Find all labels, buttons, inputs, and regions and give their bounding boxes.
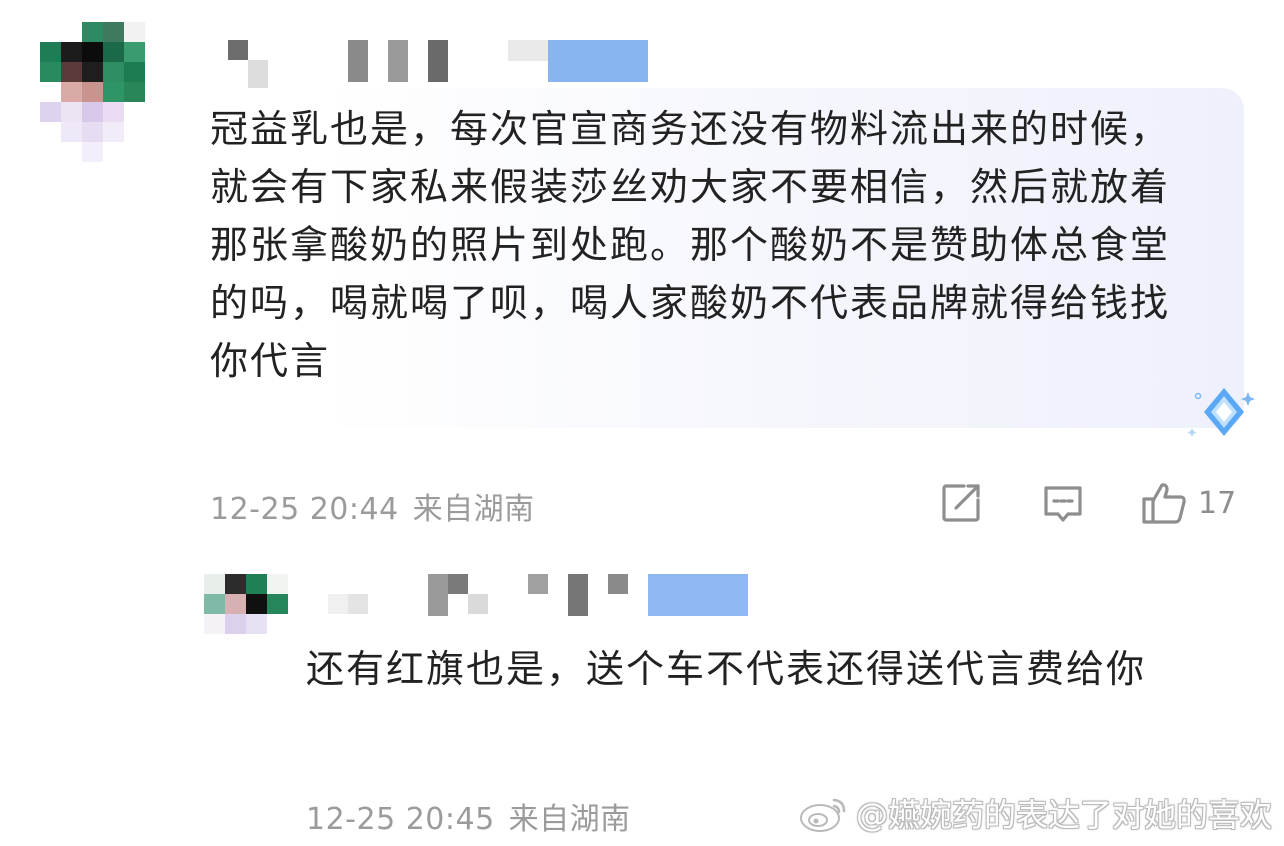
name-pixel [228,40,248,60]
reply-text: 还有红旗也是，送个车不代表还得送代言费给你 [306,647,1147,691]
name-pixel [428,40,448,82]
avatar-pixel [124,42,145,62]
avatar-pixel [124,62,145,82]
commenter-name[interactable] [228,40,648,102]
avatar-pixel [204,574,225,594]
name-pixel [428,574,448,616]
avatar-pixel [145,22,166,42]
name-pixel [608,574,628,594]
avatar-pixel [204,594,225,614]
replier-name[interactable] [328,574,748,616]
avatar-pixel [61,62,82,82]
avatar-pixel [145,82,166,102]
avatar-pixel [225,614,246,634]
avatar-pixel [40,142,61,162]
diamond-badge-icon [1187,388,1255,437]
avatar-pixel [103,62,124,82]
watermark-text: @嬿婉药的表达了对她的喜欢 [855,796,1272,834]
avatar-pixel [103,82,124,102]
avatar-pixel [40,42,61,62]
avatar-pixel [82,142,103,162]
name-pixel [528,574,548,594]
share-button[interactable] [938,480,984,526]
thumbs-up-icon [1142,483,1186,524]
avatar-pixel [103,122,124,142]
comment-text: 冠益乳也是，每次官宣商务还没有物料流出来的时候，就会有下家私来假装莎丝劝大家不要… [210,107,1171,383]
watermark: @嬿婉药的表达了对她的喜欢 [798,790,1272,836]
avatar-pixel [124,82,145,102]
name-pixel [328,594,348,614]
avatar-pixel [61,122,82,142]
comment-location: 来自湖南 [412,492,535,527]
avatar-pixel [267,594,288,614]
avatar-pixel [124,102,145,122]
avatar-pixel [61,42,82,62]
avatar-pixel [103,42,124,62]
avatar-pixel [145,42,166,62]
avatar-pixel [246,574,267,594]
avatar-pixel [82,22,103,42]
weibo-logo-icon [799,798,846,832]
like-button[interactable]: 17 [1140,480,1236,526]
name-pixel [348,594,368,614]
comment-meta: 12-25 20:44 来自湖南 [210,484,535,528]
avatar-pixel [103,22,124,42]
name-pixel [508,40,548,61]
avatar-pixel [82,82,103,102]
avatar-pixel [61,142,82,162]
name-pixel [548,40,648,82]
avatar-pixel [145,142,166,162]
avatar-pixel [145,102,166,122]
share-icon [942,484,980,522]
avatar-pixel [145,62,166,82]
reply-meta: 12-25 20:45 来自湖南 [306,794,631,838]
commenter-avatar[interactable] [40,22,166,164]
avatar-pixel [40,102,61,122]
avatar-pixel [103,142,124,162]
avatar-pixel [124,142,145,162]
avatar-pixel [82,122,103,142]
avatar-pixel [82,62,103,82]
reply-button[interactable] [1040,480,1086,526]
avatar-pixel [124,22,145,42]
like-count: 17 [1198,485,1237,521]
avatar-pixel [61,102,82,122]
avatar-pixel [82,102,103,122]
avatar-pixel [40,22,61,42]
avatar-pixel [40,122,61,142]
avatar-pixel [225,594,246,614]
avatar-pixel [204,614,225,634]
reply-location: 来自湖南 [508,802,631,837]
avatar-pixel [267,574,288,594]
replier-avatar[interactable] [204,574,288,636]
name-pixel [468,594,488,614]
avatar-pixel [61,82,82,102]
avatar-pixel [225,574,246,594]
avatar-pixel [246,614,267,634]
comment-time: 12-25 20:44 [210,492,399,527]
avatar-pixel [267,614,288,634]
name-pixel [648,574,748,616]
avatar-pixel [124,122,145,142]
name-pixel [348,40,368,82]
name-pixel [568,574,588,616]
avatar-pixel [40,62,61,82]
name-pixel [448,574,468,594]
avatar-pixel [246,594,267,614]
avatar-pixel [40,82,61,102]
avatar-pixel [82,42,103,62]
comment-icon [1044,486,1082,522]
reply-time: 12-25 20:45 [306,802,495,837]
avatar-pixel [103,102,124,122]
name-pixel [388,40,408,82]
avatar-pixel [61,22,82,42]
avatar-pixel [145,122,166,142]
